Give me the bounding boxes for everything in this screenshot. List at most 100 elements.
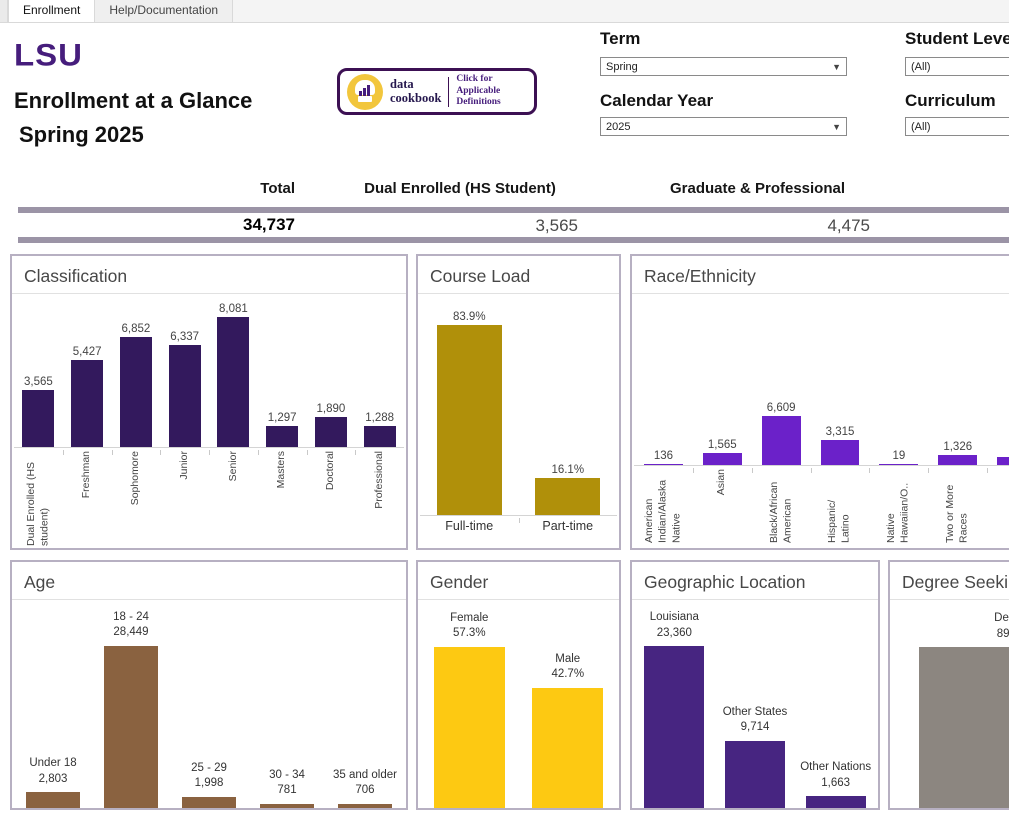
gender-chart[interactable]: Female57.3%Male42.7% <box>420 600 617 808</box>
x-axis-label: Two or More Races <box>944 469 971 543</box>
tab-help-documentation[interactable]: Help/Documentation <box>95 0 233 22</box>
degree-seeking-chart[interactable]: Degree89.0% <box>892 600 1009 808</box>
tab-enrollment[interactable]: Enrollment <box>8 0 95 22</box>
bar[interactable] <box>879 464 918 465</box>
bar-value-label: 6,852 <box>121 323 150 335</box>
x-axis-label: Native Hawaiian/O.. <box>885 469 912 543</box>
bar[interactable] <box>266 426 298 447</box>
chart-title-course-load: Course Load <box>418 256 619 294</box>
x-axis-label: Professional <box>373 451 387 509</box>
age-chart[interactable]: Under 182,80318 - 2428,44925 - 291,99830… <box>14 600 404 808</box>
bar[interactable] <box>821 440 860 465</box>
bar[interactable] <box>938 455 977 465</box>
race-ethnicity-panel: Race/Ethnicity 1361,5656,6093,315191,326… <box>630 254 1009 550</box>
student-level-select[interactable]: (All)▼ <box>905 57 1009 76</box>
bar[interactable] <box>217 317 249 447</box>
bar[interactable] <box>919 647 1009 808</box>
x-axis-label: Sophomore <box>129 451 143 505</box>
bar-value-label: 19 <box>892 450 905 462</box>
x-axis-label: Part-time <box>542 519 593 533</box>
x-axis-label: Asian <box>715 469 729 495</box>
bar[interactable] <box>104 646 159 808</box>
curriculum-select[interactable]: (All)▼ <box>905 117 1009 136</box>
calendar-year-select[interactable]: 2025▼ <box>600 117 847 136</box>
bar[interactable] <box>364 426 396 447</box>
data-cookbook-link[interactable]: data cookbook Click for Applicable Defin… <box>337 68 537 115</box>
bar-label: Degree89.0% <box>994 611 1009 642</box>
cookbook-chef-hat-icon <box>347 74 383 110</box>
sheet-tab-bar: Enrollment Help/Documentation <box>0 0 1009 23</box>
chart-title-geographic-location: Geographic Location <box>632 562 878 600</box>
bar[interactable] <box>169 345 201 447</box>
bar-label: Other Nations1,663 <box>800 760 871 791</box>
bar[interactable] <box>437 325 502 515</box>
bar-value-label: 1,326 <box>943 441 972 453</box>
bar[interactable] <box>725 741 785 808</box>
dropdown-arrow-icon: ▼ <box>832 122 841 132</box>
cookbook-divider <box>448 77 449 107</box>
x-axis-label: American Indian/Alaska Native <box>643 469 684 543</box>
chart-title-gender: Gender <box>418 562 619 600</box>
bar[interactable] <box>315 417 347 447</box>
summary-divider-bottom <box>18 237 1009 243</box>
bar[interactable] <box>182 797 237 808</box>
geographic-location-chart[interactable]: Louisiana23,360Other States9,714Other Na… <box>634 600 876 808</box>
bar[interactable] <box>120 337 152 447</box>
bar-value-label: 16.1% <box>551 464 584 476</box>
degree-seeking-panel: Degree Seeking Degree89.0% <box>888 560 1009 810</box>
x-axis-label: Masters <box>275 451 289 488</box>
dropdown-arrow-icon: ▼ <box>832 62 841 72</box>
race-ethnicity-x-axis: American Indian/Alaska Native Asian Black/… <box>634 466 1009 548</box>
age-panel: Age Under 182,80318 - 2428,44925 - 291,9… <box>10 560 408 810</box>
cookbook-note: Click for Applicable Definitions <box>456 74 527 108</box>
bar-value-label: 1,288 <box>365 412 394 424</box>
chart-title-race-ethnicity: Race/Ethnicity <box>632 256 1009 294</box>
classification-chart[interactable]: 3,5655,4276,8526,3378,0811,2971,8901,288 <box>14 294 404 448</box>
bar[interactable] <box>532 688 603 808</box>
bar[interactable] <box>434 647 505 808</box>
bar[interactable] <box>644 646 704 808</box>
bar-label: 30 - 34781 <box>269 768 305 799</box>
summary-header-dual-enrolled: Dual Enrolled (HS Student) <box>345 180 575 197</box>
classification-panel: Classification 3,5655,4276,8526,3378,081… <box>10 254 408 550</box>
bar-value-label: 1,890 <box>316 403 345 415</box>
bar-label: Female57.3% <box>450 611 488 642</box>
summary-value-dual-enrolled: 3,565 <box>480 216 578 236</box>
bar-label: Other States9,714 <box>723 705 788 736</box>
gender-panel: Gender Female57.3%Male42.7% <box>416 560 621 810</box>
bar[interactable] <box>762 416 801 465</box>
x-axis-label: Dual Enrolled (HS student) <box>25 451 52 546</box>
bar[interactable] <box>997 457 1009 465</box>
x-axis-label: Black/African American <box>768 469 795 543</box>
bar[interactable] <box>71 360 103 447</box>
summary-value-total: 34,737 <box>180 215 295 235</box>
x-axis-label: Senior <box>227 451 241 481</box>
curriculum-filter-label: Curriculum <box>905 91 996 111</box>
bar[interactable] <box>806 796 866 808</box>
bar[interactable] <box>644 464 683 465</box>
race-ethnicity-chart[interactable]: 1361,5656,6093,315191,326 <box>634 294 1009 466</box>
summary-divider-top <box>18 207 1009 213</box>
bar[interactable] <box>260 804 315 808</box>
term-select[interactable]: Spring▼ <box>600 57 847 76</box>
x-axis-label: Freshman <box>80 451 94 498</box>
chart-title-classification: Classification <box>12 256 406 294</box>
bar[interactable] <box>26 792 81 808</box>
tabbar-left-edge <box>0 0 8 22</box>
bar-value-label: 8,081 <box>219 303 248 315</box>
page-title: Enrollment at a Glance <box>14 88 252 114</box>
bar-label: Under 182,803 <box>29 756 76 787</box>
geographic-location-panel: Geographic Location Louisiana23,360Other… <box>630 560 880 810</box>
course-load-x-axis: Full-timePart-time <box>420 516 617 548</box>
bar[interactable] <box>22 390 54 447</box>
bar[interactable] <box>535 478 600 515</box>
chart-title-degree-seeking: Degree Seeking <box>890 562 1009 600</box>
bar-value-label: 6,337 <box>170 331 199 343</box>
bar-label: 18 - 2428,449 <box>113 610 149 641</box>
bar[interactable] <box>338 804 393 808</box>
term-filter-label: Term <box>600 29 640 49</box>
x-axis-label: Junior <box>178 451 192 480</box>
bar[interactable] <box>703 453 742 465</box>
bar-value-label: 5,427 <box>73 346 102 358</box>
course-load-chart[interactable]: 83.9%16.1% <box>420 294 617 516</box>
